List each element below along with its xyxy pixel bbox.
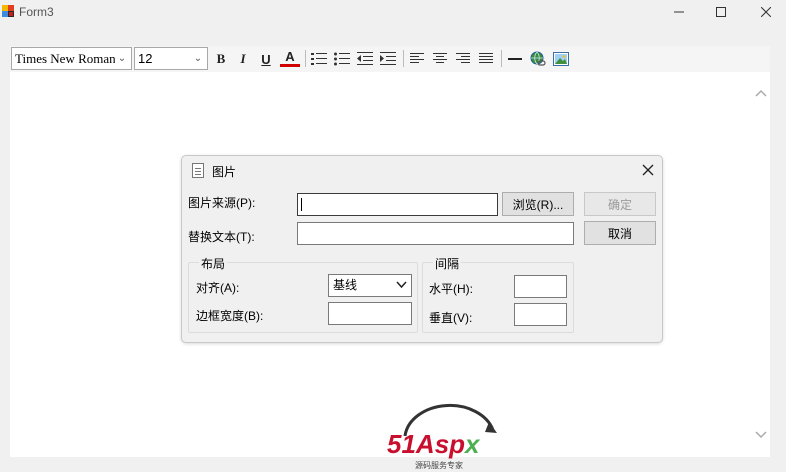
spacing-group-title: 间隔 xyxy=(433,255,462,272)
chevron-up-icon xyxy=(755,89,767,97)
underline-button[interactable]: U xyxy=(256,49,276,69)
browse-button[interactable]: 浏览(R)... xyxy=(502,192,574,216)
font-size-select[interactable]: 12 ⌄ xyxy=(134,47,208,70)
dialog-close-button[interactable] xyxy=(638,160,658,180)
maximize-button[interactable] xyxy=(698,0,744,24)
chevron-down-icon: ⌄ xyxy=(115,48,129,69)
align-select[interactable]: 基线 xyxy=(328,274,412,297)
horizontal-rule-button[interactable] xyxy=(505,49,525,69)
align-center-button[interactable] xyxy=(430,49,450,69)
chevron-down-icon xyxy=(396,275,407,296)
outdent-icon xyxy=(357,52,373,65)
window-title: Form3 xyxy=(19,5,54,19)
font-size-value: 12 xyxy=(138,51,153,66)
border-width-input[interactable] xyxy=(328,302,412,325)
layout-group: 布局 对齐(A): 基线 边框宽度(B): xyxy=(188,255,418,333)
justify-button[interactable] xyxy=(476,49,496,69)
ok-label: 确定 xyxy=(607,197,632,212)
image-dialog: 图片 图片来源(P): 浏览(R)... 确定 替换文本(T): 取消 布局 对… xyxy=(181,155,663,343)
globe-link-icon xyxy=(530,51,546,66)
font-family-select[interactable]: Times New Roman ⌄ xyxy=(11,47,132,70)
align-left-icon xyxy=(410,53,424,63)
italic-icon: I xyxy=(240,51,246,66)
image-icon xyxy=(553,52,569,66)
toolbar-separator xyxy=(305,50,306,67)
spacing-group: 间隔 水平(H): 垂直(V): xyxy=(422,255,574,333)
chevron-down-icon xyxy=(755,431,767,439)
align-value: 基线 xyxy=(333,278,358,292)
align-label: 对齐(A): xyxy=(196,281,240,295)
close-window-button[interactable] xyxy=(743,0,786,24)
close-icon xyxy=(642,164,654,176)
outdent-button[interactable] xyxy=(355,49,375,69)
indent-button[interactable] xyxy=(378,49,398,69)
insert-image-button[interactable] xyxy=(551,49,571,69)
layout-group-title: 布局 xyxy=(199,255,228,272)
vertical-label: 垂直(V): xyxy=(429,311,473,325)
vertical-scrollbar[interactable] xyxy=(752,72,770,457)
image-source-label: 图片来源(P): xyxy=(188,196,256,210)
horizontal-spacing-input[interactable] xyxy=(514,275,567,298)
watermark-logo: 51Aspx 源码服务专家 xyxy=(385,400,515,472)
indent-icon xyxy=(380,52,396,65)
document-icon xyxy=(192,163,204,178)
border-width-label: 边框宽度(B): xyxy=(196,309,264,323)
align-center-icon xyxy=(433,53,447,63)
alt-text-input[interactable] xyxy=(297,222,574,245)
font-color-icon: A xyxy=(285,49,295,64)
italic-button[interactable]: I xyxy=(233,49,253,69)
chevron-down-icon: ⌄ xyxy=(191,48,205,69)
app-icon xyxy=(2,5,14,17)
ok-button[interactable]: 确定 xyxy=(584,192,656,216)
numbered-list-icon xyxy=(311,53,327,65)
alt-text-label: 替换文本(T): xyxy=(188,230,255,244)
minimize-button[interactable] xyxy=(656,0,702,24)
font-family-value: Times New Roman xyxy=(15,51,116,66)
align-right-button[interactable] xyxy=(453,49,473,69)
align-left-button[interactable] xyxy=(407,49,427,69)
browse-label: 浏览(R)... xyxy=(512,197,564,212)
horizontal-rule-icon xyxy=(508,58,522,60)
text-caret xyxy=(301,198,302,211)
scroll-down-button[interactable] xyxy=(752,426,770,444)
maximize-icon xyxy=(716,7,726,17)
toolbar-separator xyxy=(501,50,502,67)
cancel-button[interactable]: 取消 xyxy=(584,221,656,245)
image-source-input[interactable] xyxy=(297,193,498,216)
bold-button[interactable]: B xyxy=(211,49,231,69)
bullet-list-icon xyxy=(334,52,350,66)
justify-icon xyxy=(479,53,493,63)
cancel-label: 取消 xyxy=(607,226,632,241)
vertical-spacing-input[interactable] xyxy=(514,303,567,326)
watermark-tagline: 源码服务专家 xyxy=(415,460,463,470)
dialog-title: 图片 xyxy=(212,165,237,179)
minimize-icon xyxy=(674,11,684,13)
watermark-brand: 51Aspx xyxy=(387,429,481,459)
insert-link-button[interactable] xyxy=(528,49,548,69)
bold-icon: B xyxy=(216,51,226,66)
window-titlebar: Form3 xyxy=(0,0,786,26)
underline-icon: U xyxy=(261,51,271,67)
editor-toolbar: Times New Roman ⌄ 12 ⌄ B I U A xyxy=(10,46,770,72)
align-right-icon xyxy=(456,53,470,63)
close-icon xyxy=(761,7,771,17)
scroll-up-button[interactable] xyxy=(752,84,770,102)
toolbar-separator xyxy=(403,50,404,67)
font-color-button[interactable]: A xyxy=(280,49,300,67)
horizontal-label: 水平(H): xyxy=(429,282,473,296)
bullet-list-button[interactable] xyxy=(332,49,352,69)
numbered-list-button[interactable] xyxy=(309,49,329,69)
